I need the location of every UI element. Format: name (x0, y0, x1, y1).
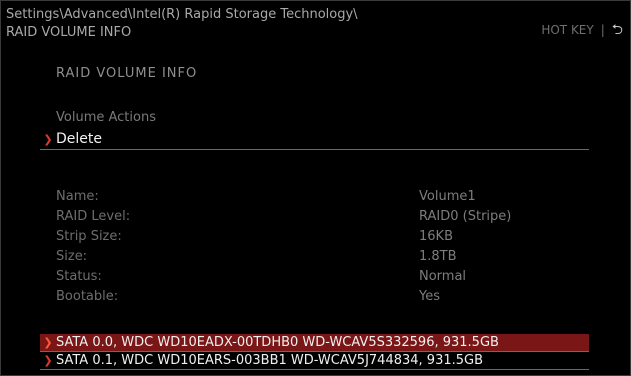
info-row-bootable: Bootable: Yes (56, 289, 576, 309)
info-label: Size: (56, 249, 88, 264)
delete-label: Delete (56, 131, 102, 147)
info-label: Strip Size: (56, 229, 122, 244)
hotkey-button[interactable]: HOT KEY (541, 23, 593, 37)
info-value: 1.8TB (419, 249, 457, 264)
info-label: Status: (56, 269, 102, 284)
info-label: RAID Level: (56, 209, 131, 224)
hotkey-bar: HOT KEY | ⮌ (541, 23, 623, 37)
chevron-right-icon: ❯ (43, 336, 53, 349)
info-row-size: Size: 1.8TB (56, 249, 576, 269)
disk-label: SATA 0.1, WDC WD10EARS-003BB1 WD-WCAV5J7… (56, 353, 484, 368)
page-title: RAID VOLUME INFO (56, 66, 198, 81)
info-value: Normal (419, 269, 467, 284)
info-row-raid-level: RAID Level: RAID0 (Stripe) (56, 209, 576, 229)
volume-info-list: Name: Volume1 RAID Level: RAID0 (Stripe)… (56, 189, 576, 309)
info-label: Bootable: (56, 289, 119, 304)
disk-label: SATA 0.0, WDC WD10EADX-00TDHB0 WD-WCAV5S… (56, 335, 499, 350)
bios-frame (0, 0, 631, 376)
back-arrow-icon[interactable]: ⮌ (612, 23, 623, 37)
disk-item-sata-0-0[interactable]: ❯ SATA 0.0, WDC WD10EADX-00TDHB0 WD-WCAV… (40, 334, 589, 352)
info-value: Yes (419, 289, 440, 304)
chevron-right-icon: ❯ (43, 354, 53, 367)
info-value: RAID0 (Stripe) (419, 209, 512, 224)
breadcrumb-path: Settings\Advanced\Intel(R) Rapid Storage… (6, 7, 358, 22)
info-label: Name: (56, 189, 99, 204)
info-value: 16KB (419, 229, 453, 244)
volume-actions-label: Volume Actions (56, 110, 156, 125)
breadcrumb: Settings\Advanced\Intel(R) Rapid Storage… (6, 6, 358, 42)
info-row-strip-size: Strip Size: 16KB (56, 229, 576, 249)
breadcrumb-current: RAID VOLUME INFO (6, 25, 132, 40)
disk-item-sata-0-1[interactable]: ❯ SATA 0.1, WDC WD10EARS-003BB1 WD-WCAV5… (40, 352, 589, 370)
info-row-status: Status: Normal (56, 269, 576, 289)
info-row-name: Name: Volume1 (56, 189, 576, 209)
delete-volume-item[interactable]: ❯ Delete (40, 129, 589, 150)
info-value: Volume1 (419, 189, 476, 204)
chevron-right-icon: ❯ (43, 132, 53, 146)
hotkey-separator: | (600, 23, 605, 37)
